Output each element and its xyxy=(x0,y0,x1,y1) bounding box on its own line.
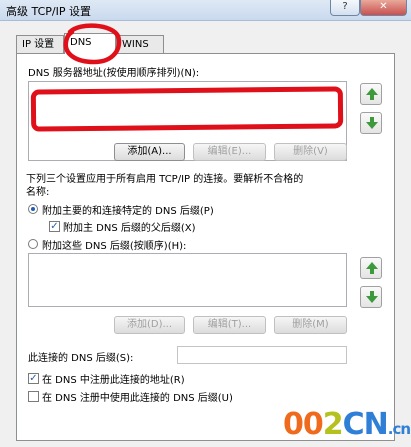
radio-append-primary[interactable] xyxy=(28,204,38,214)
arrow-up-icon xyxy=(366,88,378,100)
connection-suffix-label: 此连接的 DNS 后缀(S): xyxy=(28,353,134,364)
add-server-button[interactable]: 添加(A)... xyxy=(114,143,185,161)
redacted-annotation xyxy=(30,86,344,132)
remove-suffix-button[interactable]: 删除(M) xyxy=(274,316,347,334)
radio-append-primary-label: 附加主要的和连接特定的 DNS 后缀(P) xyxy=(42,206,214,217)
check-append-parent-label: 附加主 DNS 后缀的父后缀(X) xyxy=(63,223,196,234)
radio-append-these[interactable] xyxy=(28,239,38,249)
arrow-up-icon xyxy=(366,262,378,274)
move-up-button[interactable] xyxy=(360,83,382,105)
help-button[interactable]: ? xyxy=(330,0,360,16)
move-down-button[interactable] xyxy=(360,112,382,134)
check-register-address[interactable]: ✓ xyxy=(28,373,39,384)
check-register-address-label: 在 DNS 中注册此连接的地址(R) xyxy=(42,375,185,386)
tab-ip-settings[interactable]: IP 设置 xyxy=(16,35,64,53)
watermark-logo: 002CN.cn xyxy=(283,407,411,442)
suffix-move-up-button[interactable] xyxy=(360,257,382,279)
edit-server-button[interactable]: 编辑(E)... xyxy=(193,143,266,161)
add-suffix-button[interactable]: 添加(D)... xyxy=(114,316,185,334)
connection-suffix-input[interactable] xyxy=(177,346,347,364)
info-text-line1: 下列三个设置应用于所有启用 TCP/IP 的连接。要解析不合格的 xyxy=(26,174,304,185)
suffix-move-down-button[interactable] xyxy=(360,286,382,308)
check-use-suffix[interactable] xyxy=(28,391,39,402)
arrow-down-icon xyxy=(366,117,378,129)
annotation-circle xyxy=(63,23,122,65)
close-button[interactable]: ✕ xyxy=(360,0,407,16)
remove-server-button[interactable]: 删除(V) xyxy=(274,143,347,161)
radio-append-these-label: 附加这些 DNS 后缀(按顺序)(H): xyxy=(42,241,187,252)
check-use-suffix-label: 在 DNS 注册中使用此连接的 DNS 后缀(U) xyxy=(42,393,233,404)
info-text-line2: 名称: xyxy=(26,187,50,198)
dns-suffix-list[interactable] xyxy=(28,253,347,307)
window-title: 高级 TCP/IP 设置 xyxy=(6,5,91,18)
edit-suffix-button[interactable]: 编辑(T)... xyxy=(193,316,266,334)
arrow-down-icon xyxy=(366,291,378,303)
dns-tab-panel: DNS 服务器地址(按使用顺序排列)(N): 添加(A)... 编辑(E)...… xyxy=(16,53,395,441)
dns-servers-label: DNS 服务器地址(按使用顺序排列)(N): xyxy=(28,68,200,79)
check-append-parent[interactable]: ✓ xyxy=(49,221,60,232)
title-bar: 高级 TCP/IP 设置 ? ✕ xyxy=(0,0,411,21)
